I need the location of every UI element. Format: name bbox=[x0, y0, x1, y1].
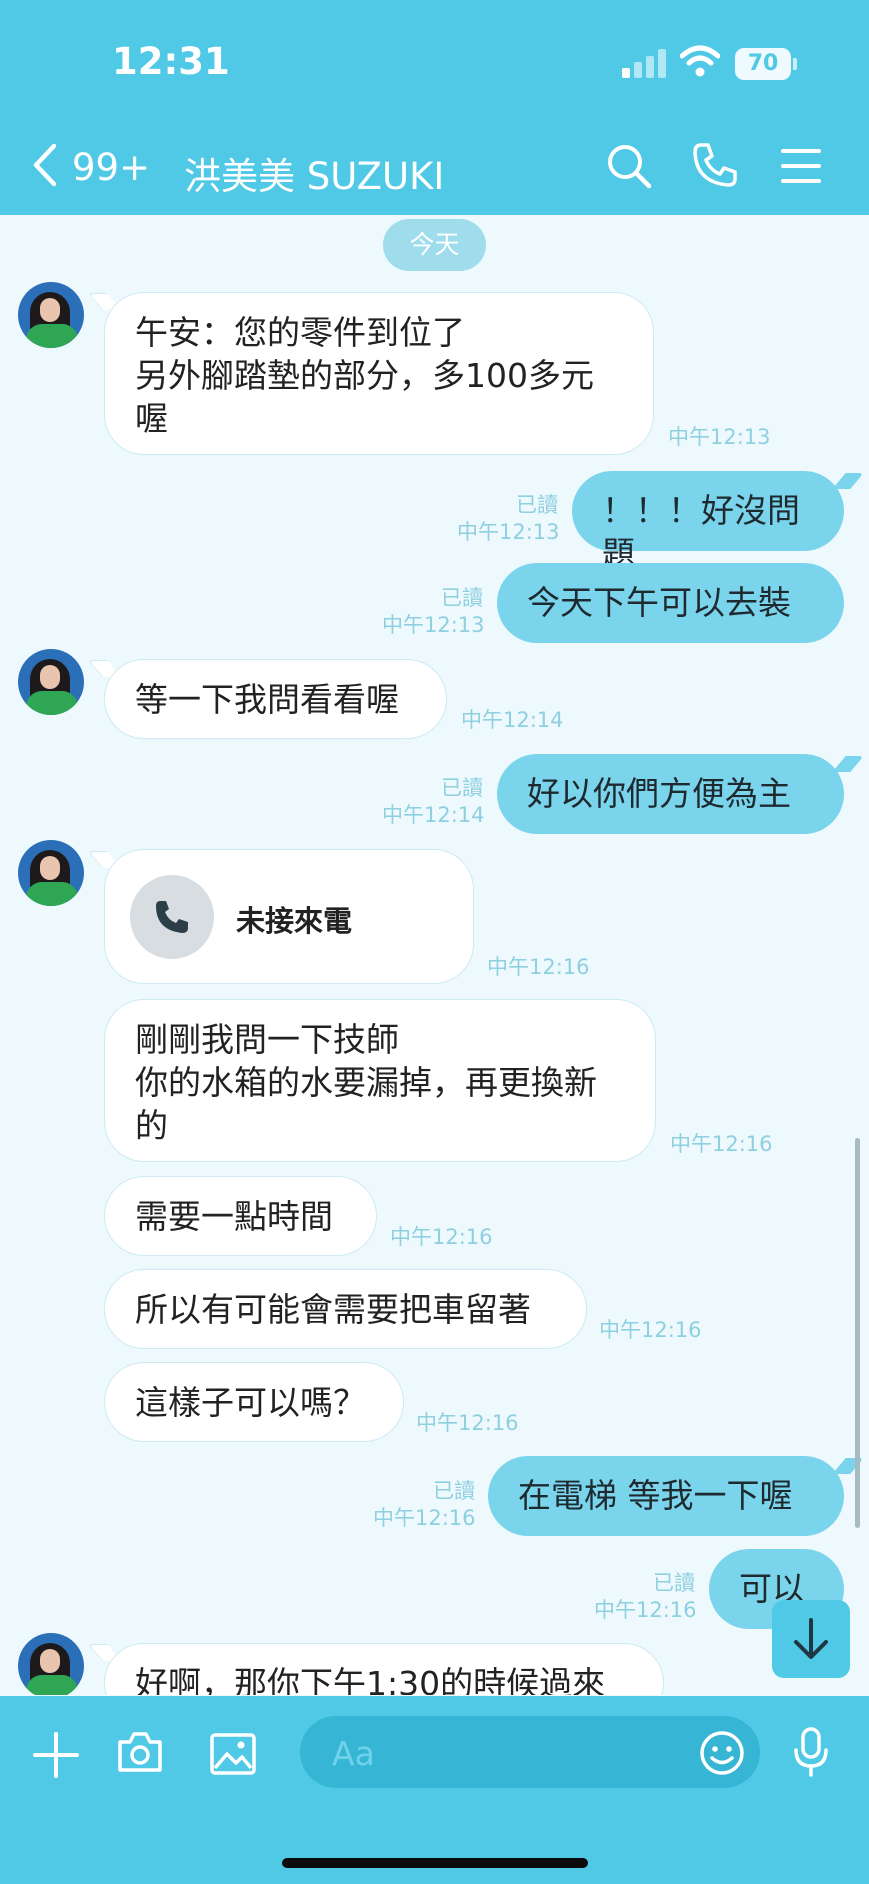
avatar[interactable] bbox=[18, 1633, 84, 1695]
avatar[interactable] bbox=[18, 840, 84, 906]
chevron-left-icon[interactable] bbox=[30, 142, 60, 188]
scroll-to-bottom-button[interactable] bbox=[772, 1600, 850, 1678]
message-bubble[interactable]: 剛剛我問一下技師 你的水箱的水要漏掉，再更換新 的 bbox=[104, 999, 656, 1162]
message-time: 中午12:16 bbox=[416, 1411, 519, 1435]
message-time: 中午12:16 bbox=[390, 1225, 493, 1249]
message-bubble[interactable]: ！！！好沒問題 bbox=[572, 471, 844, 573]
message-time: 中午12:13 bbox=[457, 520, 560, 544]
message-bubble[interactable]: 午安：您的零件到位了 另外腳踏墊的部分，多100多元 喔 bbox=[104, 292, 654, 455]
missed-call-circle bbox=[130, 875, 214, 959]
message-bubble[interactable]: 在電梯 等我一下喔 bbox=[488, 1456, 844, 1536]
read-receipt: 已讀 bbox=[441, 586, 483, 610]
message-time: 中午12:14 bbox=[382, 803, 485, 827]
message-time: 中午12:16 bbox=[373, 1506, 476, 1530]
message-bubble[interactable]: 好以你們方便為主 bbox=[497, 754, 844, 834]
status-time: 12:31 bbox=[112, 40, 230, 83]
message-time: 中午12:13 bbox=[382, 613, 485, 637]
cellular-signal-icon bbox=[622, 48, 668, 78]
message-bubble[interactable]: 今天下午可以去裝 bbox=[497, 563, 844, 643]
battery-cap bbox=[793, 58, 797, 70]
camera-icon[interactable] bbox=[116, 1730, 164, 1774]
plus-icon[interactable] bbox=[33, 1732, 79, 1778]
bubble-tail bbox=[832, 756, 864, 772]
emoji-icon[interactable] bbox=[699, 1730, 745, 1776]
message-input-placeholder: Aa bbox=[332, 1734, 375, 1773]
image-icon[interactable] bbox=[209, 1732, 257, 1776]
bubble-tail bbox=[832, 473, 864, 489]
contact-name[interactable]: 洪美美 SUZUKI bbox=[184, 146, 444, 200]
message-bubble[interactable]: 所以有可能會需要把車留著 bbox=[104, 1269, 587, 1349]
read-receipt: 已讀 bbox=[516, 493, 558, 517]
avatar[interactable] bbox=[18, 282, 84, 348]
message-bubble[interactable]: 這樣子可以嗎？ bbox=[104, 1362, 404, 1442]
phone-icon bbox=[156, 901, 188, 933]
message-time: 中午12:16 bbox=[487, 955, 590, 979]
top-bar: 12:31 70 99+ 洪美美 SUZUKI bbox=[0, 0, 869, 215]
message-time: 中午12:16 bbox=[594, 1598, 697, 1622]
message-time: 中午12:13 bbox=[668, 425, 771, 449]
message-bubble[interactable]: 等一下我問看看喔 bbox=[104, 659, 447, 739]
chat-area[interactable]: 今天 午安：您的零件到位了 另外腳踏墊的部分，多100多元 喔 中午12:13 … bbox=[0, 215, 869, 1695]
message-time: 中午12:14 bbox=[461, 708, 564, 732]
message-time: 中午12:16 bbox=[670, 1132, 773, 1156]
message-bubble[interactable]: 好啊，那你下午1:30的時候過來 bbox=[104, 1643, 664, 1695]
missed-call-label: 未接來電 bbox=[236, 904, 353, 938]
arrow-down-icon bbox=[794, 1618, 828, 1659]
wifi-icon bbox=[680, 45, 720, 77]
phone-icon[interactable] bbox=[692, 142, 738, 188]
avatar[interactable] bbox=[18, 649, 84, 715]
read-receipt: 已讀 bbox=[441, 776, 483, 800]
message-time: 中午12:16 bbox=[599, 1318, 702, 1342]
mic-icon[interactable] bbox=[791, 1726, 831, 1778]
read-receipt: 已讀 bbox=[653, 1571, 695, 1595]
menu-icon[interactable] bbox=[781, 148, 821, 184]
battery-indicator: 70 bbox=[735, 48, 791, 80]
home-indicator bbox=[282, 1858, 588, 1868]
search-icon[interactable] bbox=[605, 142, 653, 190]
scrollbar[interactable] bbox=[855, 1138, 860, 1528]
message-bubble[interactable]: 需要一點時間 bbox=[104, 1176, 377, 1256]
read-receipt: 已讀 bbox=[433, 1479, 475, 1503]
date-chip: 今天 bbox=[383, 219, 486, 271]
unread-count[interactable]: 99+ bbox=[72, 146, 150, 189]
composer-bar: Aa bbox=[0, 1696, 869, 1884]
